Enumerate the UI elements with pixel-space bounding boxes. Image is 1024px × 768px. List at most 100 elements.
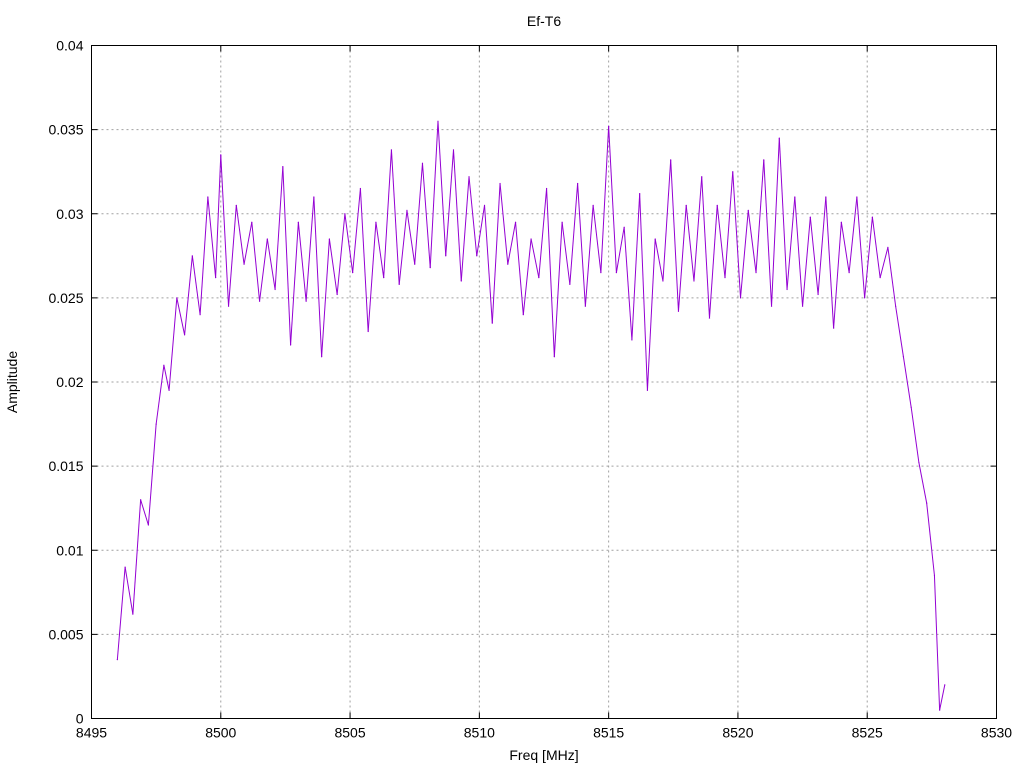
series-segment [522,238,532,315]
x-tick-label: 8495 [76,725,107,741]
series-segment [939,684,946,711]
series-segment [646,238,656,391]
series-segment [484,205,493,324]
series-line [116,120,946,711]
series-segment [740,210,749,298]
series-segment [577,183,586,307]
x-tick-label: 8530 [981,725,1012,741]
series-segment [802,217,811,307]
x-tick-label: 8515 [593,725,624,741]
series-segment [437,121,447,256]
series-segment [778,138,788,290]
series-segment [809,217,819,295]
series-segment [600,126,610,273]
series-segment [297,222,307,302]
x-tick-label: 8500 [205,725,236,741]
series-segment [460,176,470,282]
series-segment [429,121,439,268]
series-segment [724,171,734,278]
series-segment [199,196,209,315]
series-segment [670,159,679,312]
series-segment [406,210,416,265]
series-segment [825,196,835,329]
series-segment [615,227,625,273]
series-segment [701,176,710,319]
series-segment [359,188,369,332]
y-tick-label: 0.025 [48,290,83,306]
data-point [944,684,946,686]
series-segment [918,462,928,504]
series-segment [390,149,400,285]
series-segment [926,503,935,576]
series-segment [755,159,765,273]
series-segment [191,255,201,315]
series-segment [468,176,478,256]
series-segment [902,356,912,408]
series-segment [623,227,633,340]
y-tick-label: 0.03 [56,206,83,222]
series-segment [895,306,904,357]
series-segment [631,193,641,340]
series-segment [771,138,780,307]
y-tick-label: 0.035 [48,122,83,138]
series-segment [747,210,757,273]
series-segment [453,149,462,282]
grid-lines [91,45,997,719]
x-tick-label: 8510 [464,725,495,741]
series-segment [215,154,222,278]
series-segment [243,222,253,265]
series-segment [763,159,773,307]
series-segment [685,205,695,282]
series-segment [569,183,579,285]
series-segment [608,126,617,273]
y-tick-label: 0.02 [56,374,83,390]
series-segment [677,205,687,312]
series-segment [274,166,284,290]
series-segment [538,188,548,278]
series-segment [662,159,672,282]
x-axis-label: Freq [MHz] [509,747,578,763]
series-segment [879,247,889,278]
series-segment [336,213,346,295]
series-segment [693,176,703,282]
series-segment [228,205,237,307]
chart: 8495 8500 8505 8510 8515 8520 8525 8530 00.0050… [4,13,1012,763]
series-segment [375,222,385,278]
series-segment [147,424,157,526]
series-segment [220,154,230,307]
series-segment [140,499,149,526]
series-segment [176,297,186,335]
series-segment [259,238,268,302]
series-segment [833,222,842,329]
series-segment [848,196,858,273]
y-tick-labels: 0 0.005 0.01 0.015 0.02 0.025 0.03 0.035 0.04 [48,38,83,727]
series-segment [639,193,648,391]
series-segment [716,205,726,278]
series-segment [708,205,718,319]
y-tick-label: 0.015 [48,458,83,474]
series-segment [282,166,292,346]
series-segment [561,222,571,285]
series-segment [124,566,134,615]
x-tick-label: 8525 [852,725,883,741]
series-segment [184,255,193,335]
series-segment [933,575,941,711]
series-segment [305,196,315,302]
series-segment [732,171,742,298]
series-segment [290,222,299,346]
y-tick-label: 0.04 [56,38,83,54]
series-segment [398,210,408,285]
series-segment [817,196,827,295]
y-tick-label: 0 [76,711,84,727]
series-segment [421,163,431,268]
series-segment [584,205,594,307]
chart-title: Ef-T6 [527,13,561,29]
series-segment [344,213,354,273]
series-segment [507,222,517,265]
series-segment [786,196,796,290]
series-segment [352,188,361,273]
series-segment [367,222,377,332]
series-segment [499,183,509,265]
series-segment [168,297,178,391]
series-segment [116,567,126,660]
